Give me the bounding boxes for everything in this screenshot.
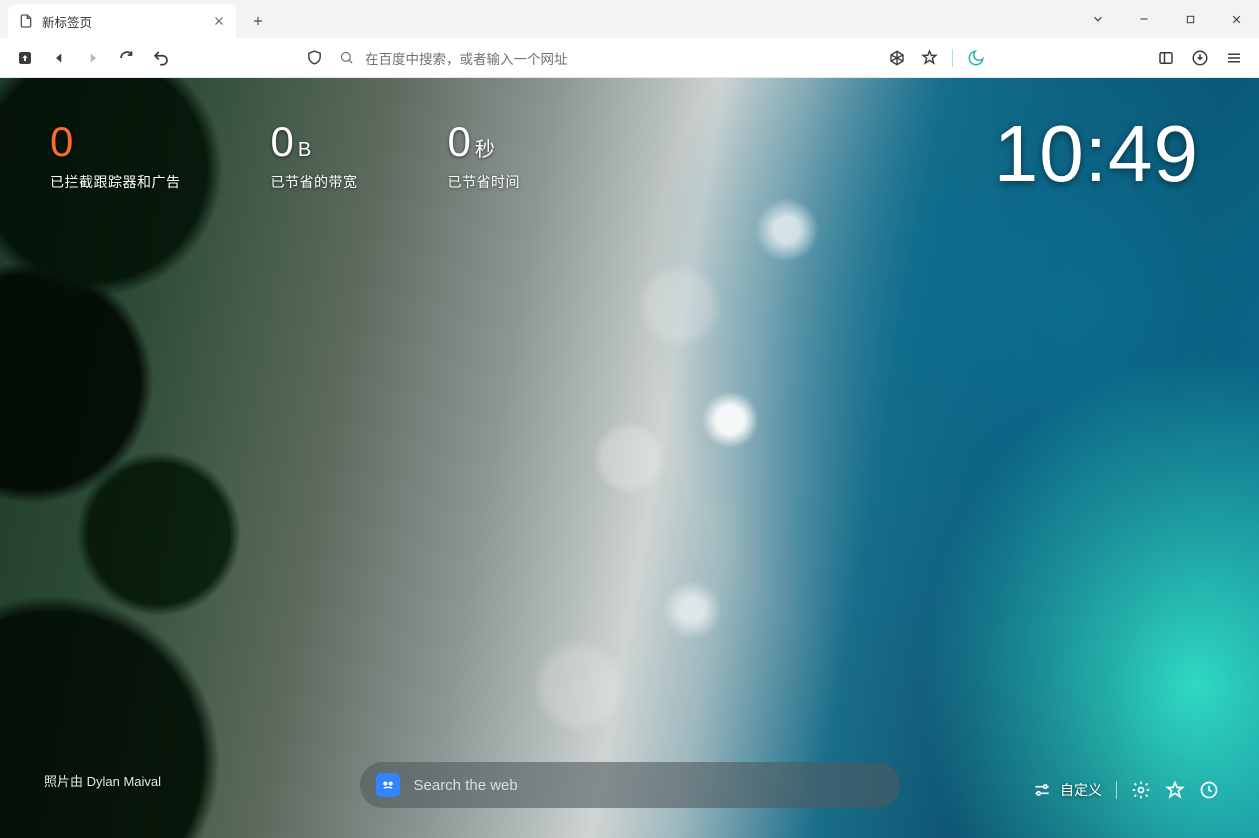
window-maximize-button[interactable] (1167, 3, 1213, 35)
tab-title: 新标签页 (42, 12, 204, 31)
stat-unit: 秒 (475, 133, 495, 162)
browser-tab[interactable]: 新标签页 (8, 4, 236, 38)
new-tab-content: 0 已拦截跟踪器和广告 0 B 已节省的带宽 0 秒 已节省时间 10:49 照… (0, 78, 1259, 838)
toolbar-separator (952, 49, 953, 67)
controls-separator (1116, 781, 1117, 799)
shield-icon[interactable] (299, 43, 329, 73)
back-button[interactable] (44, 43, 74, 73)
clock: 10:49 (994, 108, 1199, 200)
history-icon[interactable] (1199, 780, 1219, 800)
forward-button[interactable] (78, 43, 108, 73)
search-engine-icon (376, 773, 400, 797)
sliders-icon (1032, 780, 1052, 800)
bookmark-icon[interactable] (1165, 780, 1185, 800)
tab-close-icon[interactable] (212, 14, 226, 28)
stat-value: 0 (271, 118, 294, 166)
sidebar-toggle-icon[interactable] (1151, 43, 1181, 73)
reload-button[interactable] (112, 43, 142, 73)
stat-time-saved[interactable]: 0 秒 已节省时间 (448, 118, 521, 192)
bottom-right-controls: 自定义 (1032, 780, 1219, 800)
stat-label: 已拦截跟踪器和广告 (50, 172, 181, 192)
customize-label: 自定义 (1060, 780, 1102, 800)
toolbar: 在百度中搜索，或者输入一个网址 (0, 38, 1259, 78)
stat-trackers-blocked[interactable]: 0 已拦截跟踪器和广告 (50, 118, 181, 192)
brave-rewards-icon[interactable] (882, 43, 912, 73)
upload-button[interactable] (10, 43, 40, 73)
gear-icon[interactable] (1131, 780, 1151, 800)
stat-unit: B (298, 139, 311, 162)
window-controls (1075, 0, 1259, 38)
customize-button[interactable]: 自定义 (1032, 780, 1102, 800)
stat-value: 0 (448, 118, 471, 166)
address-placeholder: 在百度中搜索，或者输入一个网址 (365, 48, 568, 68)
bottom-search-placeholder: Search the web (414, 777, 518, 794)
bottom-search-bar[interactable]: Search the web (360, 762, 900, 808)
menu-icon[interactable] (1219, 43, 1249, 73)
new-tab-button[interactable] (244, 7, 272, 35)
titlebar: 新标签页 (0, 0, 1259, 38)
undo-button[interactable] (146, 43, 176, 73)
search-icon (339, 50, 355, 66)
window-close-button[interactable] (1213, 3, 1259, 35)
address-bar[interactable]: 在百度中搜索，或者输入一个网址 (333, 43, 870, 73)
bookmark-star-icon[interactable] (914, 43, 944, 73)
stat-label: 已节省时间 (448, 172, 521, 192)
page-icon (18, 13, 34, 29)
stat-label: 已节省的带宽 (271, 172, 358, 192)
stat-bandwidth-saved[interactable]: 0 B 已节省的带宽 (271, 118, 358, 192)
photo-credit[interactable]: 照片由 Dylan Maival (44, 771, 161, 790)
stat-value: 0 (50, 118, 73, 166)
stats-row: 0 已拦截跟踪器和广告 0 B 已节省的带宽 0 秒 已节省时间 (50, 118, 520, 192)
window-dropdown-icon[interactable] (1075, 3, 1121, 35)
window-minimize-button[interactable] (1121, 3, 1167, 35)
night-mode-icon[interactable] (961, 43, 991, 73)
download-icon[interactable] (1185, 43, 1215, 73)
